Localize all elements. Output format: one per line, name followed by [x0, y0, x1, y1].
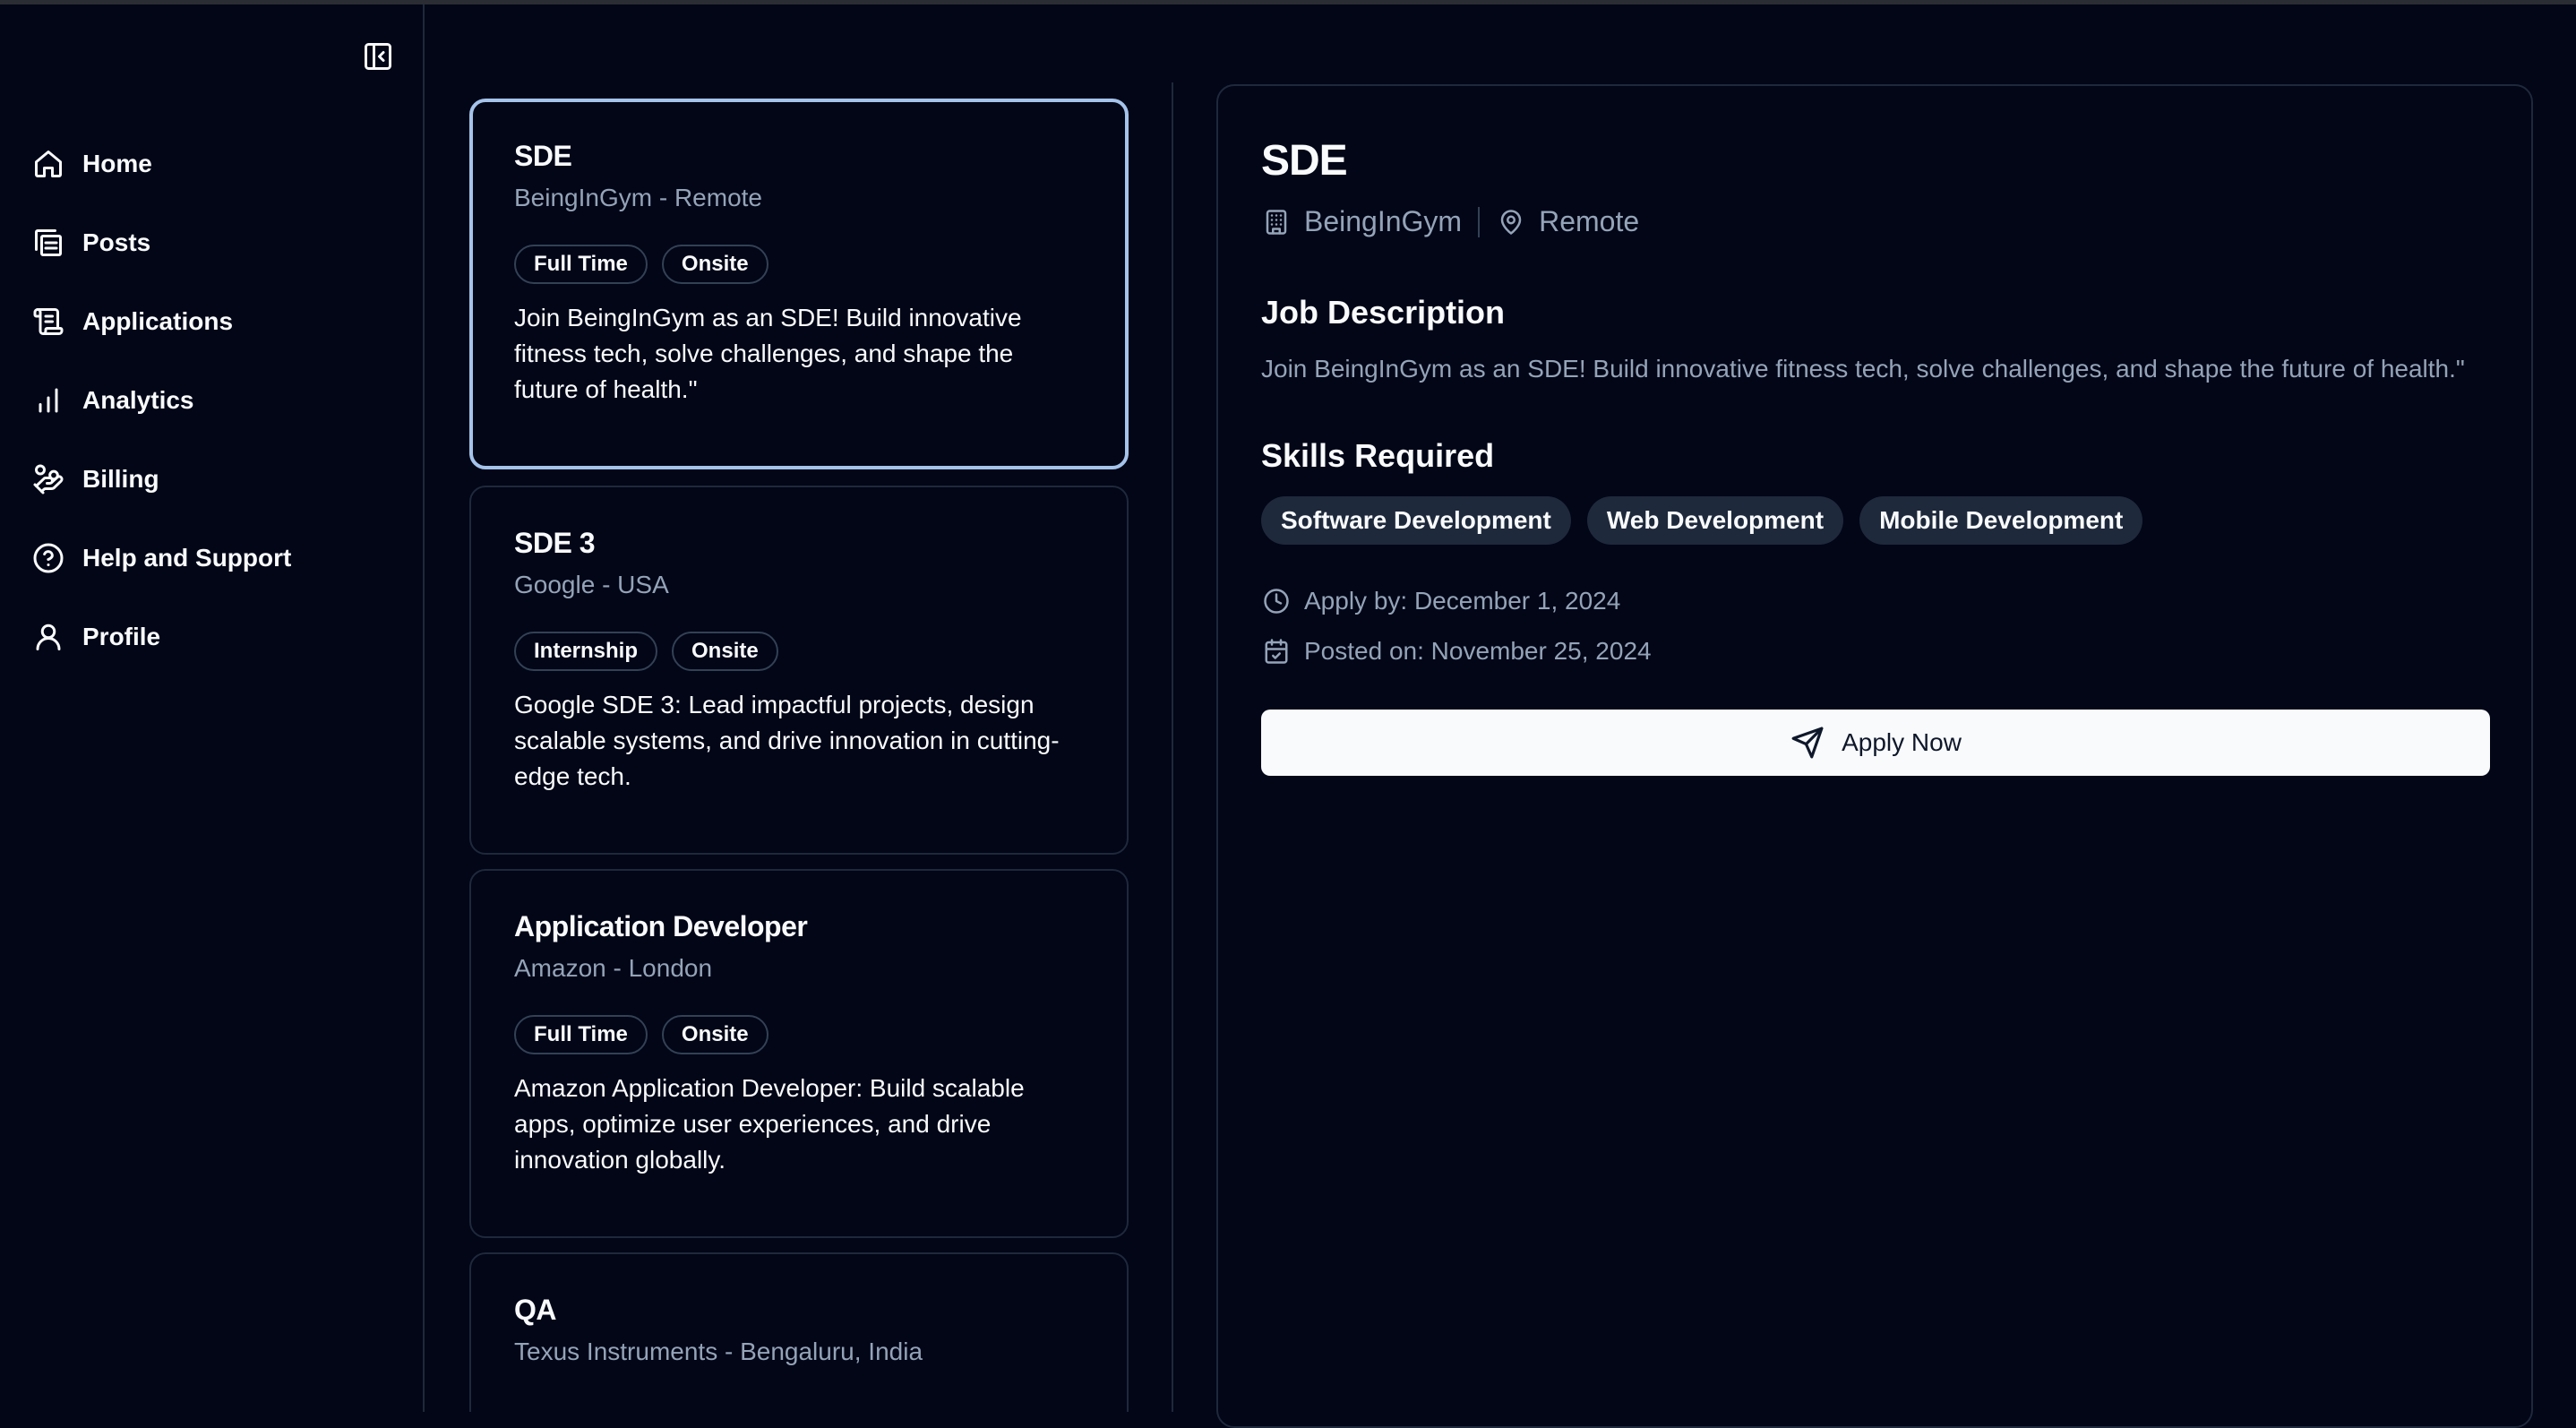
sidebar: Home Posts Applications Analytics Billin…: [0, 4, 425, 1412]
job-type-badge: Full Time: [514, 245, 648, 284]
sidebar-nav: Home Posts Applications Analytics Billin…: [30, 125, 407, 676]
apply-by-text: Apply by: December 1, 2024: [1304, 587, 1621, 615]
job-location-type-badge: Onsite: [661, 1015, 769, 1054]
job-card[interactable]: QA Texus Instruments - Bengaluru, India: [469, 1252, 1129, 1412]
panel-collapse-icon: [365, 43, 391, 70]
skills-list: Software Development Web Development Mob…: [1261, 496, 2490, 545]
sidebar-item-label: Help and Support: [82, 544, 292, 572]
sidebar-item-help-and-support[interactable]: Help and Support: [30, 519, 407, 598]
home-icon: [30, 146, 66, 182]
job-title: Application Developer: [514, 910, 808, 942]
job-detail-panel: SDE BeingInGym Remote Job Description Jo…: [1216, 84, 2533, 1428]
sidebar-item-profile[interactable]: Profile: [30, 598, 407, 676]
sidebar-item-label: Applications: [82, 307, 234, 335]
job-tags: Internship Onsite: [514, 632, 1084, 671]
posted-on-text: Posted on: November 25, 2024: [1304, 637, 1652, 665]
hand-coins-icon: [30, 461, 66, 497]
sidebar-item-label: Profile: [82, 623, 161, 650]
job-card[interactable]: SDE BeingInGym - Remote Full Time Onsite…: [469, 99, 1129, 469]
job-description: Amazon Application Developer: Build scal…: [514, 1074, 1025, 1174]
job-tags: Full Time Onsite: [514, 245, 1084, 284]
apply-now-button[interactable]: Apply Now: [1261, 710, 2490, 776]
job-title: SDE 3: [514, 527, 595, 559]
map-pin-icon: [1496, 207, 1526, 237]
skills-heading: Skills Required: [1261, 437, 1495, 474]
job-location-type-badge: Onsite: [661, 245, 769, 284]
job-subtitle: Texus Instruments - Bengaluru, India: [514, 1338, 923, 1365]
job-type-badge: Internship: [514, 632, 658, 671]
send-icon: [1790, 725, 1825, 761]
job-description-heading: Job Description: [1261, 294, 1506, 331]
building-icon: [1261, 207, 1292, 237]
bar-chart-icon: [30, 383, 66, 418]
job-subtitle: BeingInGym - Remote: [514, 184, 762, 211]
job-title: SDE: [514, 140, 572, 172]
sidebar-item-home[interactable]: Home: [30, 125, 407, 203]
sidebar-item-posts[interactable]: Posts: [30, 203, 407, 282]
job-description: Google SDE 3: Lead impactful projects, d…: [514, 691, 1060, 790]
job-subtitle: Amazon - London: [514, 954, 713, 982]
posted-on-row: Posted on: November 25, 2024: [1261, 636, 2490, 667]
detail-meta: BeingInGym Remote: [1261, 205, 2490, 238]
column-divider: [1172, 82, 1173, 1412]
sidebar-item-label: Analytics: [82, 386, 194, 414]
detail-title: SDE: [1261, 137, 1348, 185]
sidebar-item-billing[interactable]: Billing: [30, 440, 407, 519]
detail-company: BeingInGym: [1304, 205, 1463, 237]
calendar-check-icon: [1261, 636, 1292, 667]
job-location-type-badge: Onsite: [672, 632, 778, 671]
skill-badge: Software Development: [1261, 496, 1571, 545]
scroll-icon: [30, 304, 66, 340]
job-card[interactable]: Application Developer Amazon - London Fu…: [469, 869, 1129, 1238]
sidebar-item-analytics[interactable]: Analytics: [30, 361, 407, 440]
job-type-badge: Full Time: [514, 1015, 648, 1054]
clock-icon: [1261, 586, 1292, 616]
skill-badge: Web Development: [1586, 496, 1844, 545]
skill-badge: Mobile Development: [1859, 496, 2143, 545]
apply-now-label: Apply Now: [1842, 728, 1962, 756]
sidebar-collapse-button[interactable]: [358, 37, 398, 76]
job-list: SDE BeingInGym - Remote Full Time Onsite…: [469, 97, 1130, 1412]
posts-icon: [30, 225, 66, 261]
meta-separator: [1478, 206, 1481, 237]
job-description-text: Join BeingInGym as an SDE! Build innovat…: [1261, 355, 2465, 383]
apply-by-row: Apply by: December 1, 2024: [1261, 586, 2490, 616]
sidebar-item-applications[interactable]: Applications: [30, 282, 407, 361]
help-circle-icon: [30, 540, 66, 576]
job-description: Join BeingInGym as an SDE! Build innovat…: [514, 304, 1022, 403]
sidebar-item-label: Home: [82, 150, 152, 177]
job-subtitle: Google - USA: [514, 571, 669, 598]
job-card[interactable]: SDE 3 Google - USA Internship Onsite Goo…: [469, 486, 1129, 855]
sidebar-item-label: Posts: [82, 228, 151, 256]
sidebar-item-label: Billing: [82, 465, 159, 493]
detail-location: Remote: [1539, 205, 1640, 237]
job-tags: Full Time Onsite: [514, 1015, 1084, 1054]
job-title: QA: [514, 1294, 557, 1326]
user-icon: [30, 619, 66, 655]
